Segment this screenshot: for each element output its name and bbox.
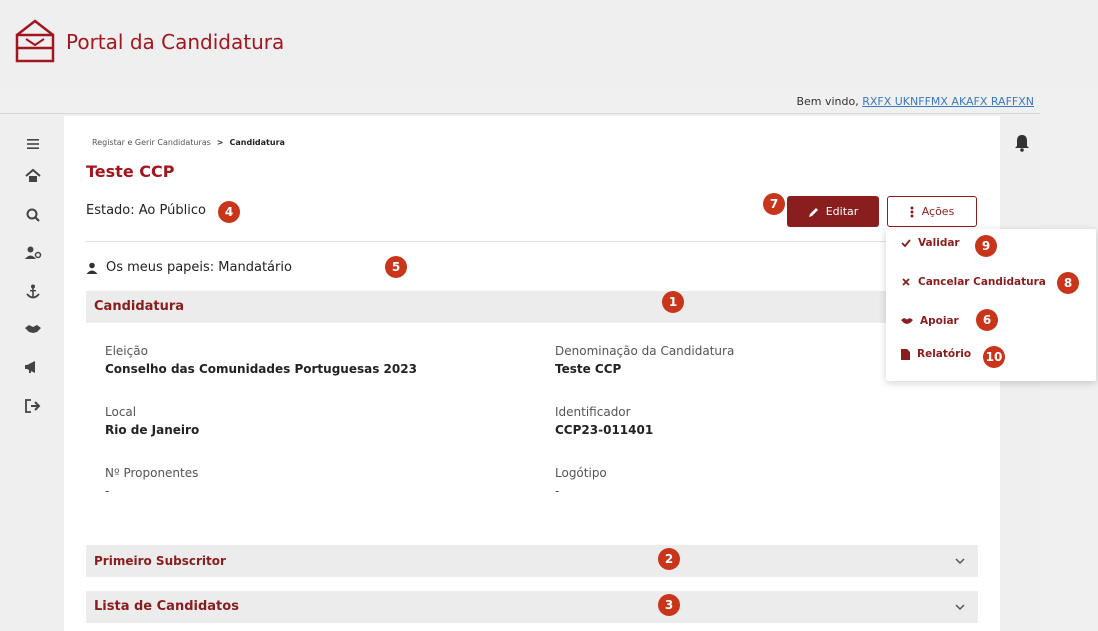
section-lista-candidatos-title: Lista de Candidatos <box>94 599 239 614</box>
menu-icon[interactable] <box>24 135 42 153</box>
section-lista-candidatos[interactable]: Lista de Candidatos <box>86 591 978 623</box>
papeis-row: Os meus papeis: Mandatário <box>86 260 292 275</box>
handshake-icon <box>901 318 913 324</box>
field-proponentes-label: Nº Proponentes <box>105 466 199 480</box>
logout-icon[interactable] <box>24 397 42 415</box>
annotation-badge-estado: 4 <box>218 201 240 223</box>
menu-item-apoiar[interactable]: Apoiar <box>901 315 959 327</box>
menu-item-apoiar-label: Apoiar <box>920 315 959 327</box>
kebab-icon <box>910 206 914 217</box>
chevron-down-icon[interactable] <box>954 601 966 613</box>
papeis-text: Os meus papeis: Mandatário <box>106 260 292 275</box>
anchor-icon[interactable] <box>24 283 42 301</box>
bell-icon[interactable] <box>1014 134 1030 152</box>
handshake-icon[interactable] <box>24 320 42 338</box>
breadcrumb-parent[interactable]: Registar e Gerir Candidaturas <box>92 138 211 147</box>
editar-label: Editar <box>825 205 859 218</box>
annotation-badge-primeiro-subscritor: 2 <box>658 548 680 570</box>
user-name-link[interactable]: RXFX UKNFFMX AKAFX RAFFXN <box>862 95 1034 108</box>
content-divider <box>86 241 978 242</box>
field-logotipo-label: Logótipo <box>555 466 607 480</box>
check-icon <box>901 239 911 248</box>
annotation-badge-papeis: 5 <box>385 256 407 278</box>
field-local-value: Rio de Janeiro <box>105 423 200 437</box>
editar-button[interactable]: Editar <box>787 196 879 227</box>
megaphone-icon[interactable] <box>24 358 42 376</box>
menu-item-cancelar-label: Cancelar Candidatura <box>918 276 1046 288</box>
menu-item-relatorio-label: Relatório <box>917 348 972 360</box>
ballot-box-logo-icon[interactable] <box>12 17 58 63</box>
menu-item-cancelar-candidatura[interactable]: Cancelar Candidatura <box>901 276 1046 288</box>
field-logotipo-value: - <box>555 484 560 498</box>
user-icon <box>86 262 98 274</box>
field-local-label: Local <box>105 405 137 419</box>
field-denominacao-value: Teste CCP <box>555 362 622 376</box>
annotation-badge-validar: 9 <box>975 235 997 257</box>
annotation-badge-editar: 7 <box>763 193 785 215</box>
section-candidatura[interactable]: Candidatura <box>86 291 978 323</box>
document-icon <box>901 348 910 360</box>
chevron-down-icon[interactable] <box>954 555 966 567</box>
field-denominacao-label: Denominação da Candidatura <box>555 344 735 358</box>
annotation-badge-relatorio: 10 <box>983 346 1005 368</box>
field-identificador-value: CCP23-011401 <box>555 423 654 437</box>
field-identificador-label: Identificador <box>555 405 631 419</box>
user-settings-icon[interactable] <box>24 244 42 262</box>
section-primeiro-subscritor-title: Primeiro Subscritor <box>94 554 226 568</box>
annotation-badge-lista-candidatos: 3 <box>658 594 680 616</box>
search-icon[interactable] <box>24 206 42 224</box>
pencil-icon <box>808 207 818 217</box>
breadcrumb-separator: > <box>216 138 224 147</box>
welcome-prefix: Bem vindo, <box>796 95 859 108</box>
breadcrumb: Registar e Gerir Candidaturas > Candidatur… <box>92 138 285 147</box>
acoes-label: Ações <box>921 205 955 218</box>
page-title: Teste CCP <box>86 162 175 181</box>
welcome-message: Bem vindo, RXFX UKNFFMX AKAFX RAFFXN <box>796 95 1034 108</box>
home-icon[interactable] <box>24 167 42 185</box>
menu-item-validar[interactable]: Validar <box>901 237 960 249</box>
field-eleicao-value: Conselho das Comunidades Portuguesas 202… <box>105 362 417 376</box>
section-primeiro-subscritor[interactable]: Primeiro Subscritor <box>86 545 978 577</box>
field-eleicao-label: Eleição <box>105 344 148 358</box>
section-candidatura-title: Candidatura <box>94 299 185 314</box>
field-proponentes-value: - <box>105 484 110 498</box>
x-icon <box>902 278 910 286</box>
annotation-badge-candidatura: 1 <box>662 291 684 313</box>
annotation-badge-cancelar: 8 <box>1057 272 1079 294</box>
annotation-badge-apoiar: 6 <box>976 309 998 331</box>
menu-item-relatorio[interactable]: Relatório <box>901 348 971 360</box>
header-divider <box>0 113 1040 114</box>
estado-text: Estado: Ao Público <box>86 203 206 218</box>
acoes-button[interactable]: Ações <box>887 196 977 227</box>
breadcrumb-current: Candidatura <box>229 138 285 147</box>
menu-item-validar-label: Validar <box>918 237 960 249</box>
portal-title[interactable]: Portal da Candidatura <box>66 30 284 54</box>
